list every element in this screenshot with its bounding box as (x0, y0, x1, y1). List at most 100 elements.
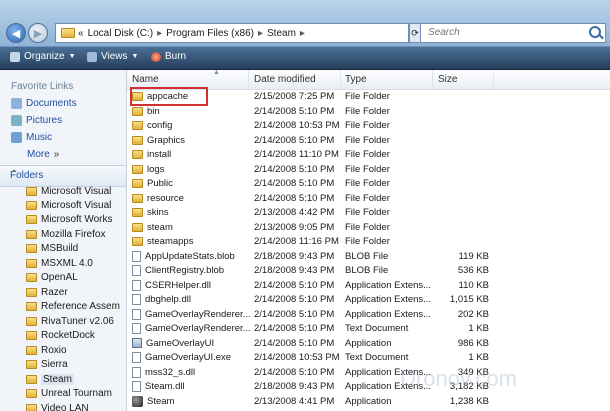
file-name: GameOverlayRenderer... (145, 323, 251, 334)
file-row[interactable]: bin 2/14/2008 5:10 PM File Folder (127, 105, 610, 119)
tree-item[interactable]: RocketDock (26, 330, 95, 341)
file-date: 2/14/2008 10:53 PM (254, 352, 340, 363)
file-row[interactable]: Steam.dll 2/18/2008 9:43 PM Application Ex… (127, 380, 610, 394)
column-divider[interactable] (432, 70, 433, 89)
file-row[interactable]: resource 2/14/2008 5:10 PM File Folder (127, 192, 610, 206)
favorite-pictures[interactable]: Pictures (11, 115, 62, 126)
tree-item[interactable]: Microsoft Visual (26, 200, 111, 211)
breadcrumb-separator-icon[interactable]: ▸ (258, 28, 263, 39)
file-row[interactable]: GameOverlayUI 2/14/2008 5:10 PM Applicatio… (127, 337, 610, 351)
file-type: BLOB File (345, 265, 389, 276)
file-list: ▲ Name Date modified Type Size appcache 2… (127, 70, 610, 411)
folders-header[interactable]: Folders ⌃ (0, 165, 126, 187)
search-icon[interactable] (589, 26, 601, 38)
views-button[interactable]: Views ▼ (87, 51, 138, 62)
column-header-size[interactable]: Size (438, 74, 457, 85)
file-size: 536 KB (457, 265, 489, 276)
folder-icon (26, 389, 37, 398)
tree-item[interactable]: Mozilla Firefox (26, 229, 105, 240)
breadcrumb-separator-icon[interactable]: ▸ (157, 28, 162, 39)
tree-item[interactable]: Video LAN (26, 403, 89, 411)
tree-item-label: Reference Assem (41, 301, 120, 312)
file-name-cell: ClientRegistry.blob (132, 265, 224, 276)
tree-item[interactable]: Roxio (26, 345, 67, 356)
column-divider[interactable] (493, 70, 494, 89)
collapse-chevron-icon: ⌃ (10, 169, 19, 180)
file-date: 2/18/2008 9:43 PM (254, 265, 335, 276)
column-header-date[interactable]: Date modified (254, 74, 316, 85)
file-name-cell: GameOverlayRenderer... (132, 308, 251, 320)
file-row[interactable]: steamapps 2/14/2008 11:16 PM File Folder (127, 235, 610, 249)
file-row[interactable]: steam 2/13/2008 9:05 PM File Folder (127, 221, 610, 235)
navigation-pane: Favorite Links Documents Pictures Music … (0, 70, 127, 411)
file-row[interactable]: mss32_s.dll 2/14/2008 5:10 PM Application … (127, 366, 610, 380)
favorite-label: More (27, 149, 50, 160)
tree-item-label: Steam (41, 374, 74, 385)
tree-item[interactable]: Razer (26, 287, 68, 298)
address-bar[interactable]: « Local Disk (C:) ▸ Program Files (x86) … (55, 23, 409, 43)
breadcrumb-steam[interactable]: Steam (267, 28, 296, 39)
file-row[interactable]: Steam 2/13/2008 4:41 PM Application 1,238 K… (127, 395, 610, 409)
tree-item[interactable]: Microsoft Visual (26, 186, 111, 197)
file-date: 2/14/2008 5:10 PM (254, 308, 335, 320)
forward-button[interactable]: ▶ (28, 23, 48, 43)
views-label: Views (101, 51, 128, 62)
tree-item[interactable]: OpenAL (26, 272, 78, 283)
organize-button[interactable]: Organize ▼ (10, 51, 76, 62)
file-name-cell: Steam.dll (132, 381, 185, 392)
file-row[interactable]: logs 2/14/2008 5:10 PM File Folder (127, 163, 610, 177)
file-row[interactable]: skins 2/13/2008 4:42 PM File Folder (127, 206, 610, 220)
tree-item[interactable]: Reference Assem (26, 301, 120, 312)
file-name: dbghelp.dll (145, 294, 191, 305)
favorite-label: Music (26, 132, 53, 143)
favorite-documents[interactable]: Documents (11, 98, 77, 109)
file-row[interactable]: ClientRegistry.blob 2/18/2008 9:43 PM BLOB… (127, 264, 610, 278)
burn-disc-icon (151, 51, 161, 62)
breadcrumb-program-files[interactable]: Program Files (x86) (166, 28, 254, 39)
file-row[interactable]: dbghelp.dll 2/14/2008 5:10 PM Application … (127, 293, 610, 307)
tree-item[interactable]: MSBuild (26, 243, 78, 254)
file-row[interactable]: AppUpdateStats.blob 2/18/2008 9:43 PM BLOB… (127, 250, 610, 264)
favorite-links-header: Favorite Links (11, 81, 74, 92)
column-divider[interactable] (248, 70, 249, 89)
folder-icon (132, 106, 143, 116)
file-row[interactable]: CSERHelper.dll 2/14/2008 5:10 PM Applicati… (127, 279, 610, 293)
file-row[interactable]: GameOverlayUI.exe 2/14/2008 10:53 PM Text … (127, 351, 610, 365)
back-button[interactable]: ◀ (6, 23, 26, 43)
column-header-type[interactable]: Type (345, 74, 367, 85)
file-date: 2/14/2008 11:10 PM (254, 149, 339, 160)
file-row[interactable]: GameOverlayRenderer... 2/14/2008 5:10 PM T… (127, 322, 610, 336)
column-header-name[interactable]: Name (132, 74, 159, 85)
file-row[interactable]: config 2/14/2008 10:53 PM File Folder (127, 119, 610, 133)
tree-item[interactable]: Unreal Tournam (26, 388, 112, 399)
refresh-icon: ⟳ (411, 28, 419, 38)
favorite-more[interactable]: More » (27, 149, 59, 160)
column-divider[interactable] (340, 70, 341, 89)
file-row[interactable]: GameOverlayRenderer... 2/14/2008 5:10 PM A… (127, 308, 610, 322)
file-row[interactable]: install 2/14/2008 11:10 PM File Folder (127, 148, 610, 162)
favorite-music[interactable]: Music (11, 132, 52, 143)
breadcrumb-overflow[interactable]: « (78, 28, 84, 39)
burn-button[interactable]: Burn (151, 51, 186, 62)
favorite-label: Pictures (26, 115, 63, 126)
dropdown-caret-icon: ▼ (131, 53, 139, 60)
file-row[interactable]: Public 2/14/2008 5:10 PM File Folder (127, 177, 610, 191)
file-name-cell: GameOverlayRenderer... (132, 323, 251, 334)
folder-icon (26, 302, 37, 311)
tree-item[interactable]: Microsoft Works (26, 214, 113, 225)
breadcrumb-separator-icon[interactable]: ▸ (300, 28, 305, 39)
search-input[interactable] (426, 26, 590, 39)
tree-item[interactable]: MSXML 4.0 (26, 258, 93, 269)
file-name-cell: Steam (132, 395, 174, 407)
file-type: Application (345, 395, 392, 407)
folder-icon (132, 135, 143, 145)
search-box[interactable] (420, 23, 606, 43)
folder-icon (26, 259, 37, 268)
breadcrumb-local-disk[interactable]: Local Disk (C:) (88, 28, 154, 39)
tree-item-steam[interactable]: Steam (26, 374, 74, 385)
file-row[interactable]: Graphics 2/14/2008 5:10 PM File Folder (127, 134, 610, 148)
tree-item[interactable]: Sierra (26, 359, 68, 370)
folder-icon (26, 230, 37, 239)
tree-item[interactable]: RivaTuner v2.06 (26, 316, 114, 327)
tree-item-label: Microsoft Visual (41, 186, 112, 197)
